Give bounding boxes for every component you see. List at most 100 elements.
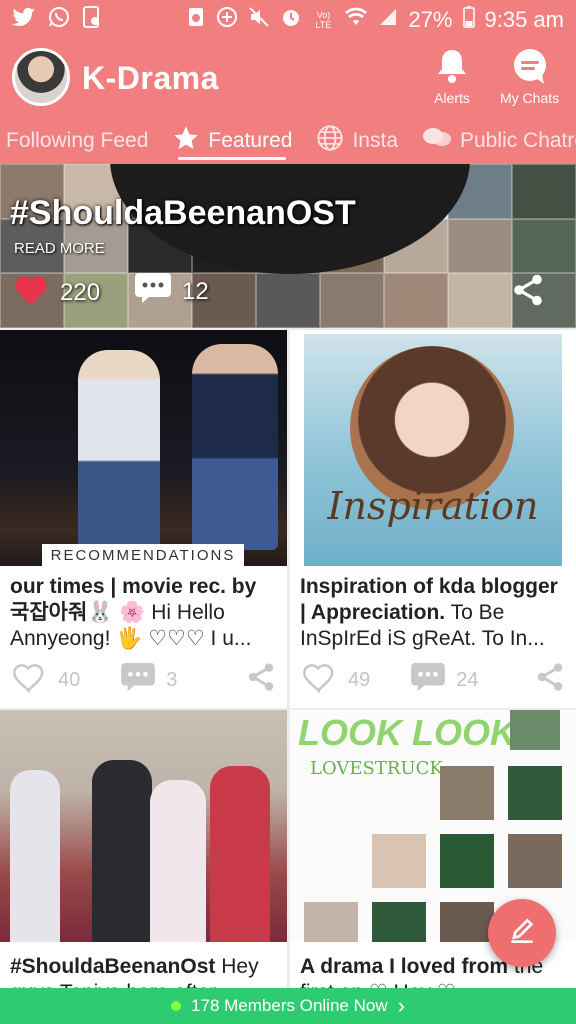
- heart-outline-icon: [10, 660, 48, 700]
- photo-thumb: [372, 902, 426, 942]
- share-icon: [510, 272, 546, 315]
- community-title: K-Drama: [82, 60, 219, 96]
- clock: 9:35 am: [484, 7, 565, 32]
- members-online-label: 178 Members Online Now: [191, 996, 388, 1015]
- battery-percent: 27%: [408, 7, 453, 32]
- comment-count: 12: [182, 277, 209, 305]
- comment-icon: [120, 662, 156, 698]
- twitter-icon: [12, 7, 36, 33]
- share-icon: [245, 661, 277, 699]
- volte-label: Vo) LTE: [315, 10, 332, 30]
- comment-count: 3: [166, 668, 178, 691]
- photo-thumb: [510, 710, 560, 750]
- signal-icon: [378, 7, 398, 33]
- post-card[interactable]: RECOMMENDATIONS our times | movie rec. b…: [0, 330, 287, 708]
- post-text: Inspiration of kda blogger | Appreciatio…: [300, 574, 568, 652]
- image-caption: Inspiration: [327, 484, 539, 528]
- my-chats-button[interactable]: My Chats: [500, 46, 559, 106]
- post-title: A drama I loved from: [300, 955, 509, 978]
- share-button[interactable]: [245, 661, 277, 699]
- banner-comment-count[interactable]: 12: [134, 272, 209, 311]
- post-title: #ShouldaBeenanOst: [10, 955, 216, 978]
- members-online-bar[interactable]: 178 Members Online Now ›: [0, 988, 576, 1024]
- share-button[interactable]: [534, 661, 566, 699]
- read-more-link[interactable]: READ MORE: [14, 240, 105, 257]
- post-stats: 49 24: [300, 662, 566, 698]
- compose-button[interactable]: [488, 899, 556, 967]
- tab-public-chatrooms[interactable]: Public Chatro: [410, 118, 576, 164]
- tab-label: Featured: [208, 129, 293, 152]
- banner-like-count[interactable]: 220: [12, 272, 100, 313]
- alerts-button[interactable]: Alerts: [432, 46, 472, 106]
- tab-following-feed[interactable]: Following Feed: [0, 118, 160, 164]
- online-dot-icon: [171, 1001, 182, 1011]
- heart-filled-icon: [12, 272, 50, 313]
- pencil-icon: [506, 915, 538, 952]
- person-figure: [92, 760, 152, 942]
- image-caption-top: LOOK LOOK: [298, 712, 516, 753]
- image-caption: RECOMMENDATIONS: [42, 544, 244, 568]
- tab-featured[interactable]: Featured: [160, 118, 304, 164]
- photo-thumb: [440, 766, 494, 820]
- star-icon: [172, 124, 200, 158]
- data-saver-icon: [216, 6, 238, 34]
- battery-icon: [462, 6, 475, 34]
- globe-icon: [316, 124, 344, 158]
- post-image: RECOMMENDATIONS: [0, 330, 287, 568]
- recycle-icon: [186, 6, 206, 34]
- tab-label: Insta: [352, 129, 398, 152]
- person-figure: [192, 344, 278, 550]
- tab-label: Public Chatro: [460, 129, 576, 152]
- app-header: K-Drama Alerts My Chats: [0, 40, 576, 118]
- post-title: Inspiration of kda blogger | Appreciatio…: [300, 575, 558, 624]
- comment-count: 24: [456, 668, 479, 691]
- alerts-label: Alerts: [434, 90, 470, 106]
- photo-thumb: [304, 902, 358, 942]
- post-image: Inspiration: [304, 334, 562, 566]
- my-chats-label: My Chats: [500, 90, 560, 106]
- alarm-icon: [280, 6, 302, 34]
- photo-thumb: [508, 766, 562, 820]
- person-figure: [78, 350, 160, 550]
- mute-icon: [248, 6, 270, 34]
- photo-thumb: [440, 902, 494, 942]
- like-count: 40: [58, 668, 81, 691]
- chevron-right-icon: ›: [397, 993, 405, 1018]
- status-bar: Vo) LTE 27% 9:35 am: [0, 0, 576, 40]
- person-figure: [10, 770, 60, 942]
- heart-outline-icon: [300, 660, 338, 700]
- photo-thumb: [440, 834, 494, 888]
- post-image: [0, 710, 287, 942]
- post-text: our times | movie rec. by 국잡아줘🐰 🌸 Hi Hel…: [10, 574, 279, 652]
- avatar[interactable]: [12, 48, 70, 106]
- bell-icon: [432, 46, 472, 86]
- like-count: 49: [348, 668, 371, 691]
- tab-bar: Following Feed Featured Insta Public Cha…: [0, 118, 576, 164]
- photo-thumb: [508, 834, 562, 888]
- person-figure: [150, 780, 206, 942]
- file-sync-icon: [82, 6, 102, 34]
- chat-icon: [510, 46, 550, 86]
- image-caption: LOVESTRUCK: [310, 758, 443, 779]
- like-button[interactable]: 49: [300, 660, 370, 700]
- like-count: 220: [60, 278, 101, 306]
- like-button[interactable]: 40: [10, 660, 80, 700]
- person-figure: [210, 766, 270, 942]
- comment-button[interactable]: 24: [410, 662, 479, 698]
- tab-insta[interactable]: Insta: [304, 118, 410, 164]
- banner-title[interactable]: #ShouldaBeenanOST: [10, 194, 356, 233]
- post-card[interactable]: Inspiration Inspiration of kda blogger |…: [290, 330, 576, 708]
- post-stats: 40 3: [10, 662, 277, 698]
- comment-icon: [410, 662, 446, 698]
- post-text: #ShouldaBeenanOst Hey guys Taniya here a…: [10, 954, 279, 988]
- share-icon: [534, 661, 566, 699]
- comment-icon: [134, 272, 172, 311]
- chat-bubbles-icon: [422, 125, 452, 157]
- whatsapp-icon: [48, 6, 70, 34]
- post-card[interactable]: #ShouldaBeenanOst Hey guys Taniya here a…: [0, 710, 287, 988]
- tab-label: Following Feed: [6, 129, 149, 152]
- photo-thumb: [372, 834, 426, 888]
- banner-share-button[interactable]: [510, 272, 546, 315]
- wifi-icon: [344, 7, 368, 33]
- comment-button[interactable]: 3: [120, 662, 177, 698]
